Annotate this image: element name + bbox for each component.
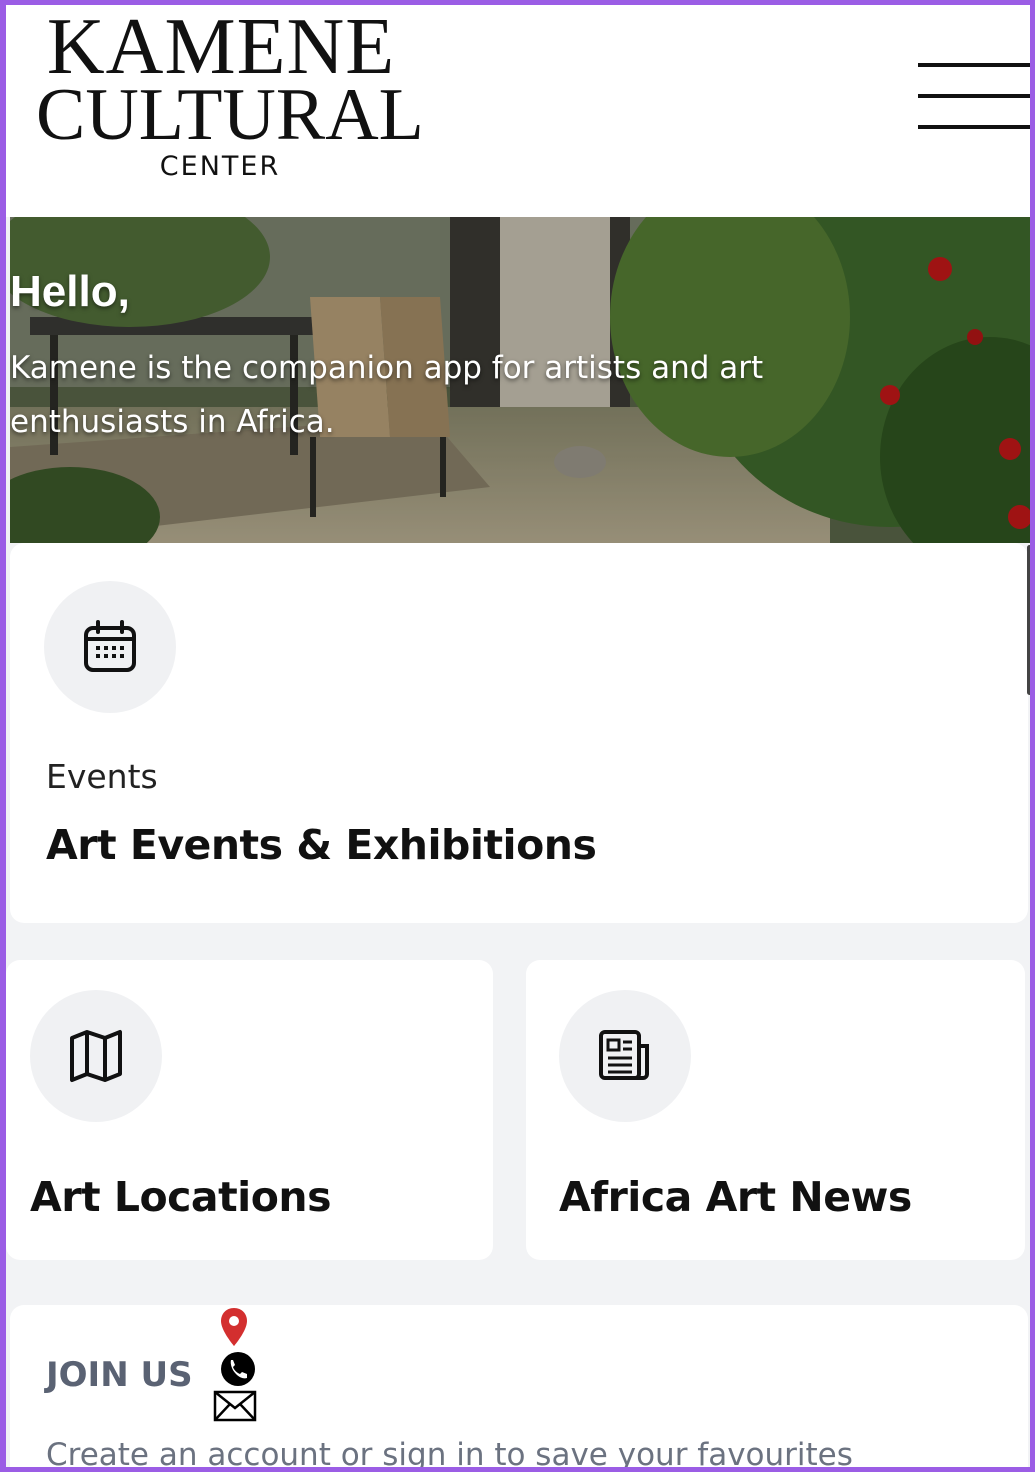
hamburger-icon xyxy=(918,63,1030,67)
hamburger-icon-bar xyxy=(918,94,1030,98)
mail-icon[interactable] xyxy=(213,1390,257,1422)
app-frame: KAMENE CULTURAL CENTER Hello, Kamene is … xyxy=(0,0,1035,1472)
scrollbar-thumb[interactable] xyxy=(1027,545,1030,695)
events-card[interactable]: Events Art Events & Exhibitions xyxy=(10,543,1028,923)
events-label: Events xyxy=(46,757,158,796)
newspaper-icon xyxy=(599,1030,649,1080)
join-us-title: JOIN US xyxy=(46,1355,193,1395)
hero-subtitle: Kamene is the companion app for artists … xyxy=(10,350,764,440)
logo-line-1: KAMENE xyxy=(46,3,396,91)
location-pin-icon[interactable] xyxy=(220,1307,248,1347)
africa-art-news-card[interactable]: Africa Art News xyxy=(526,960,1025,1260)
hero-banner: Hello, Kamene is the companion app for a… xyxy=(10,217,1030,543)
africa-art-news-title: Africa Art News xyxy=(559,1173,912,1221)
art-locations-card[interactable]: Art Locations xyxy=(6,960,493,1260)
hero-greeting: Hello, xyxy=(10,267,130,316)
art-locations-title: Art Locations xyxy=(30,1173,332,1221)
events-title: Art Events & Exhibitions xyxy=(46,821,597,869)
join-us-subtitle: Create an account or sign in to save you… xyxy=(46,1437,853,1472)
app-header: KAMENE CULTURAL CENTER xyxy=(6,3,1030,217)
phone-icon[interactable] xyxy=(220,1351,256,1387)
locations-icon-circle xyxy=(30,990,162,1122)
hamburger-menu-button[interactable] xyxy=(918,63,1030,135)
kamene-logo[interactable]: KAMENE CULTURAL CENTER xyxy=(36,3,424,187)
news-icon-circle xyxy=(559,990,691,1122)
calendar-icon xyxy=(84,620,136,672)
events-icon-circle xyxy=(44,581,176,713)
map-icon xyxy=(70,1030,122,1082)
hamburger-icon-bar xyxy=(918,125,1030,129)
logo-line-2: CULTURAL xyxy=(36,74,424,156)
